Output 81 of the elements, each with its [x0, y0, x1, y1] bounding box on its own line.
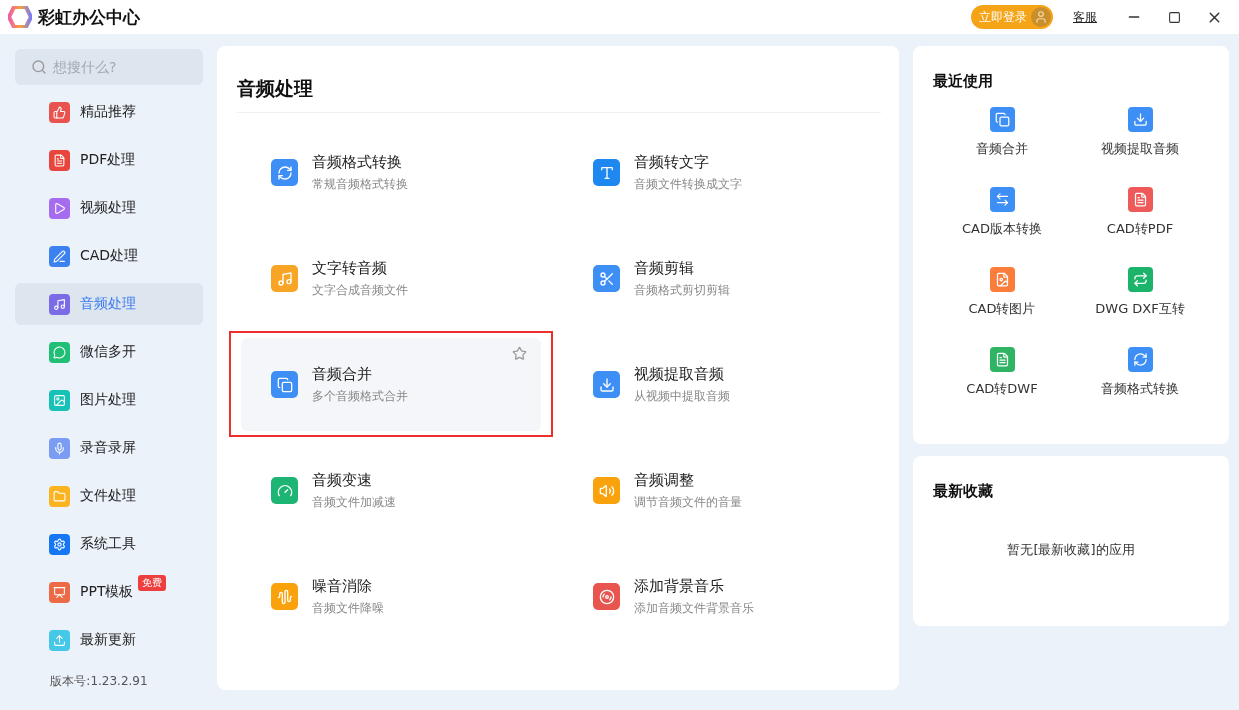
section-title: 音频处理: [237, 76, 881, 113]
tool-name: 音频调整: [634, 470, 695, 490]
repeat-icon[interactable]: [1127, 267, 1153, 292]
sidebar-item[interactable]: PDF处理: [15, 139, 203, 181]
tool-card[interactable]: 文字转音频 文字合成音频文件: [241, 232, 541, 325]
tool-name: 音频变速: [312, 470, 373, 490]
recent-label[interactable]: CAD版本转换: [962, 220, 1042, 238]
tool-name: 文字转音频: [312, 258, 388, 278]
star-icon[interactable]: [512, 346, 527, 361]
avatar-icon: [1031, 7, 1051, 27]
sidebar-label: CAD处理: [80, 247, 139, 265]
tool-card[interactable]: 音频转文字 音频文件转换成文字: [563, 126, 863, 219]
tool-card[interactable]: 视频提取音频 从视频中提取音频: [563, 338, 863, 431]
card-title: 最近使用: [933, 72, 994, 91]
card-title: 最新收藏: [933, 482, 994, 501]
image-file-icon[interactable]: [989, 267, 1015, 292]
tool-description: 多个音频格式合并: [312, 387, 408, 405]
search-field[interactable]: 想搜什么?: [15, 49, 203, 85]
app-title: 彩虹办公中心: [38, 5, 140, 29]
support-link[interactable]: 客服: [1073, 8, 1097, 26]
version-text: 版本号:1.23.2.91: [49, 673, 149, 690]
tool-name: 音频格式转换: [312, 152, 403, 172]
sidebar-label: PDF处理: [80, 151, 136, 169]
refresh-icon[interactable]: [1127, 347, 1153, 372]
sidebar-label: 微信多开: [80, 343, 136, 361]
tool-description: 文字合成音频文件: [312, 281, 408, 299]
download-icon[interactable]: [1127, 107, 1153, 132]
recent-label[interactable]: 视频提取音频: [1101, 140, 1179, 158]
tool-description: 调节音频文件的音量: [634, 493, 742, 511]
tool-name: 视频提取音频: [634, 364, 725, 384]
maximize-icon[interactable]: [1167, 10, 1181, 24]
tool-card[interactable]: 添加背景音乐 添加音频文件背景音乐: [563, 550, 863, 643]
sidebar-label: 文件处理: [80, 487, 136, 505]
sidebar-item[interactable]: 精品推荐: [15, 91, 203, 133]
tool-card[interactable]: 音频变速 音频文件加减速: [241, 444, 541, 537]
recent-label[interactable]: 音频格式转换: [1101, 380, 1179, 398]
recent-label[interactable]: CAD转图片: [968, 300, 1036, 318]
recent-label[interactable]: 音频合并: [976, 140, 1028, 158]
swap-icon[interactable]: [989, 187, 1015, 212]
tool-name: 音频转文字: [634, 152, 710, 172]
tool-card[interactable]: 音频剪辑 音频格式剪切剪辑: [563, 232, 863, 325]
search-icon: [31, 59, 47, 75]
tool-name: 音频剪辑: [634, 258, 695, 278]
document-icon[interactable]: [1127, 187, 1153, 212]
tool-description: 音频格式剪切剪辑: [634, 281, 730, 299]
recent-label[interactable]: DWG DXF互转: [1095, 300, 1185, 318]
tool-card[interactable]: 音频调整 调节音频文件的音量: [563, 444, 863, 537]
empty-text: 暂无[最新收藏]的应用: [1006, 541, 1136, 559]
sidebar-item[interactable]: 微信多开: [15, 331, 203, 373]
tool-description: 音频文件加减速: [312, 493, 396, 511]
sidebar-label: 精品推荐: [80, 103, 136, 121]
free-badge: 免费: [138, 575, 166, 591]
sidebar-item[interactable]: 文件处理: [15, 475, 203, 517]
sidebar-label: 最新更新: [80, 631, 136, 649]
recent-label[interactable]: CAD转DWF: [966, 380, 1038, 398]
tool-card[interactable]: 噪音消除 音频文件降噪: [241, 550, 541, 643]
tool-description: 从视频中提取音频: [634, 387, 730, 405]
sidebar-item[interactable]: 最新更新: [15, 619, 203, 661]
tool-card[interactable]: 音频合并 多个音频格式合并: [241, 338, 541, 431]
sidebar-label: 视频处理: [80, 199, 136, 217]
logo-icon: [8, 6, 32, 28]
sidebar-item[interactable]: 视频处理: [15, 187, 203, 229]
tool-name: 音频合并: [312, 364, 373, 384]
sidebar-label: 录音录屏: [80, 439, 136, 457]
tool-description: 常规音频格式转换: [312, 175, 408, 193]
sidebar-label: 音频处理: [80, 295, 136, 313]
sidebar-label: 系统工具: [80, 535, 136, 553]
tool-card[interactable]: 音频格式转换 常规音频格式转换: [241, 126, 541, 219]
sidebar-item[interactable]: PPT模板 免费: [15, 571, 203, 613]
sidebar-label: 图片处理: [80, 391, 136, 409]
sidebar-item[interactable]: 系统工具: [15, 523, 203, 565]
sidebar-item[interactable]: CAD处理: [15, 235, 203, 277]
sidebar-item[interactable]: 录音录屏: [15, 427, 203, 469]
tool-name: 噪音消除: [312, 576, 373, 596]
recent-label[interactable]: CAD转PDF: [1106, 220, 1174, 238]
document-icon[interactable]: [989, 347, 1015, 372]
sidebar-item[interactable]: 图片处理: [15, 379, 203, 421]
tool-name: 添加背景音乐: [634, 576, 725, 596]
tool-description: 音频文件降噪: [312, 599, 384, 617]
tool-description: 添加音频文件背景音乐: [634, 599, 754, 617]
tool-description: 音频文件转换成文字: [634, 175, 742, 193]
